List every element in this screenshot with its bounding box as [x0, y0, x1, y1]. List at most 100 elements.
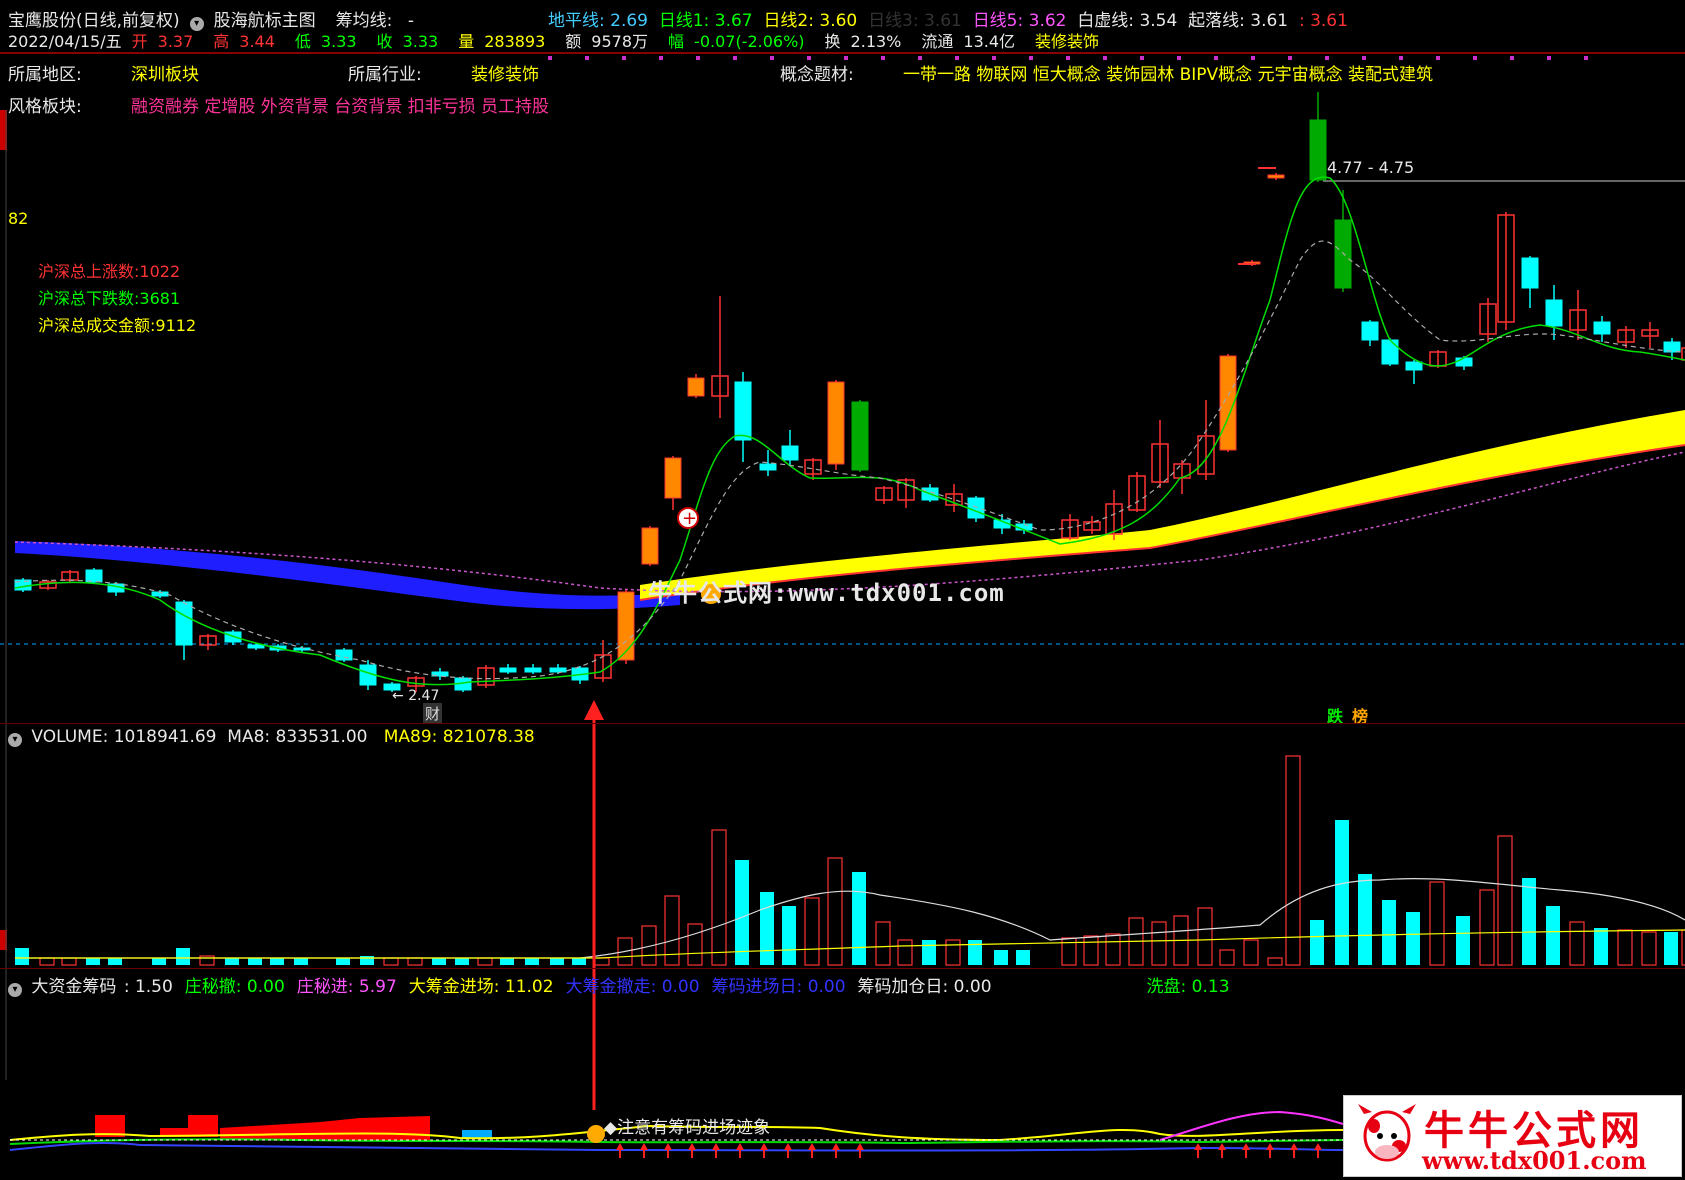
candle-body: [247, 644, 265, 649]
candle-body: [827, 381, 845, 465]
funds-item: : 1.50: [123, 977, 173, 997]
marker-dot: [1510, 56, 1514, 60]
chip-marker-icon: [587, 1125, 605, 1143]
volume-bar: [1310, 920, 1324, 965]
volume-bar: [1358, 874, 1372, 965]
volume-bar: [1497, 835, 1513, 966]
candle-body: [1663, 341, 1681, 353]
volume-ma8: [15, 878, 1685, 959]
marker-dot: [807, 56, 811, 60]
marker-dot: [1399, 56, 1403, 60]
funds-item: 庄秘撤: 0.00: [184, 977, 285, 997]
volume-bar: [1382, 900, 1396, 965]
volume-ma89: [15, 929, 1685, 959]
marker-dot: [881, 56, 885, 60]
funds-item: 庄秘进: 5.97: [296, 977, 397, 997]
up-arrow-icon: [616, 1143, 624, 1150]
candle-body: [1593, 321, 1611, 335]
up-arrow-icon: [688, 1143, 696, 1150]
volume-bar: [782, 906, 796, 965]
candle-body: [1334, 219, 1352, 289]
marker-dot: [1288, 56, 1292, 60]
candle-body: [1267, 174, 1285, 179]
volume-bar: [1243, 939, 1259, 966]
volume-bar: [61, 957, 77, 966]
funds-item: 筹码进场日: 0.00: [711, 977, 846, 997]
chevron-down-icon[interactable]: ▾: [8, 983, 22, 997]
volume-bar: [176, 948, 190, 965]
candle-body: [1405, 361, 1423, 371]
ma-white-dash: [14, 240, 1685, 680]
up-arrow-icon: [832, 1143, 840, 1150]
site-logo: 牛牛公式网 www.tdx001.com: [1343, 1095, 1682, 1177]
volume-bar: [225, 958, 239, 965]
volume-bar: [270, 958, 284, 965]
plus-glyph: +: [682, 508, 697, 529]
volume-bar: [1083, 935, 1099, 966]
volume-bar: [1456, 916, 1470, 965]
marker-dot: [1362, 56, 1366, 60]
volume-bar: [1105, 933, 1121, 966]
volume-bar: [945, 939, 961, 966]
volume-bar: [1569, 921, 1585, 966]
candle-body: [1521, 257, 1539, 289]
up-arrow-icon: [1314, 1143, 1322, 1150]
volume-bar: [455, 958, 469, 965]
news-badge[interactable]: 财: [423, 703, 443, 724]
marker-dot: [1325, 56, 1329, 60]
volume-bar: [735, 860, 749, 965]
volume-bar: [525, 958, 539, 965]
marker-dot: [1251, 56, 1255, 60]
marker-dot: [1103, 56, 1107, 60]
marker-dot: [770, 56, 774, 60]
blue-ribbon: [15, 541, 680, 610]
volume-bar: [294, 958, 308, 965]
volume-bar: [572, 958, 586, 965]
volume-bar: [477, 957, 493, 966]
marker-dot: [992, 56, 996, 60]
candle-body: [687, 377, 705, 397]
volume-bar: [968, 940, 982, 965]
candle-body: [851, 401, 869, 471]
candle-body: [1361, 321, 1379, 341]
volume-bar: [1641, 931, 1657, 966]
volume-bar: [550, 958, 564, 965]
high-range-label: 4.77 - 4.75: [1327, 158, 1415, 177]
volume-bar: [711, 829, 727, 966]
marker-dot: [1140, 56, 1144, 60]
candle-body: [759, 463, 777, 471]
volume-bar: [1151, 921, 1167, 966]
volume-bar: [875, 921, 891, 966]
volume-bar: [804, 897, 820, 966]
marker-dot: [1436, 56, 1440, 60]
volume-bar: [1219, 949, 1235, 966]
volume-ma8: MA8: 833531.00: [227, 727, 368, 747]
up-arrow-icon: [1218, 1143, 1226, 1150]
cow-icon: [1358, 1104, 1416, 1162]
marker-dot: [1177, 56, 1181, 60]
up-arrow-icon: [712, 1143, 720, 1150]
volume-bar: [199, 955, 215, 966]
yellow-ribbon: [640, 410, 1685, 600]
marker-dot: [1214, 56, 1218, 60]
volume-bar: [336, 958, 350, 965]
candle-body: [781, 445, 799, 461]
chip-note: ◆注意有筹码进场迹象: [604, 1118, 771, 1138]
marker-dot: [1473, 56, 1477, 60]
marker-dot: [1029, 56, 1033, 60]
up-arrow-icon: [784, 1143, 792, 1150]
funds-item: 大筹金进场: 11.02: [408, 977, 554, 997]
marker-dot: [1547, 56, 1551, 60]
candle-body: [1381, 339, 1399, 365]
chevron-down-icon[interactable]: ▾: [8, 733, 22, 747]
marker-dot: [585, 56, 589, 60]
volume-bar: [1406, 912, 1420, 965]
candle-body: [734, 381, 752, 441]
divider-funds: [0, 968, 1685, 969]
funds-title: 大资金筹码: [31, 977, 117, 997]
candle-body: [1455, 357, 1473, 367]
volume-bar: [39, 957, 55, 966]
marker-dot: [844, 56, 848, 60]
watermark-text: 牛牛公式网:www.tdx001.com: [648, 579, 1005, 607]
volume-bar: [760, 892, 774, 965]
